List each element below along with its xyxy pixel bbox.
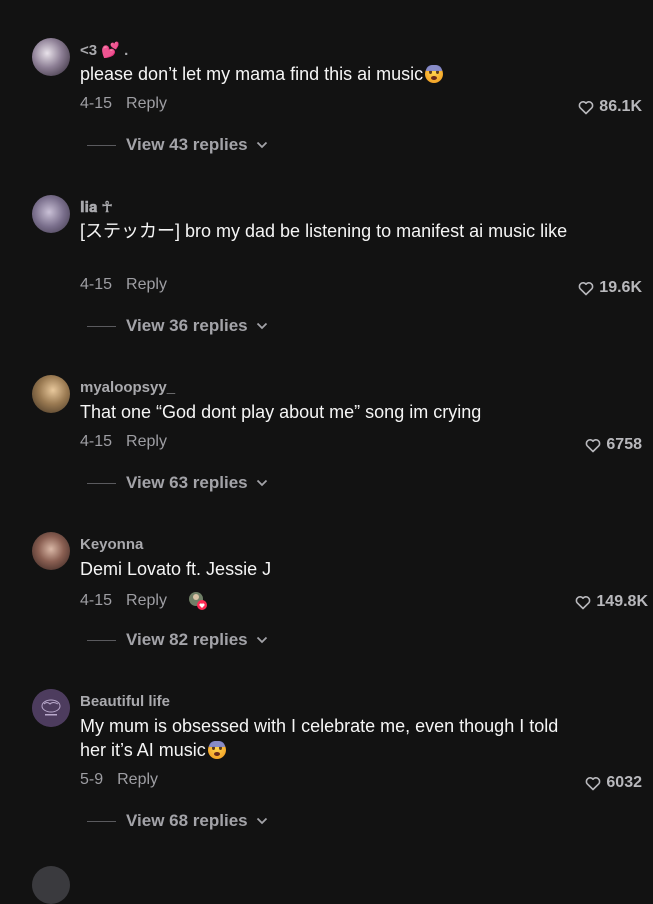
reply-button[interactable]: Reply [126,276,167,294]
avatar[interactable] [32,866,70,904]
divider [87,639,116,641]
like-button[interactable]: 6032 [585,774,642,792]
view-replies-label: View 82 replies [126,630,248,649]
like-count: 149.8K [596,593,648,610]
like-count: 6032 [606,774,642,791]
heart-outline-icon [578,281,594,295]
avatar[interactable] [32,532,70,570]
comment-date: 4-15 [80,433,113,450]
comment-text: please don’t let my mama find this ai mu… [80,62,570,86]
reply-button[interactable]: Reply [126,592,167,610]
comment-username[interactable]: Beautiful life [80,693,170,710]
heart-outline-icon [576,595,591,609]
like-button[interactable]: 86.1K [578,98,642,116]
comment-text-content: please don’t let my mama find this ai mu… [80,64,424,84]
crying-face-emoji-icon [425,65,444,83]
like-count: 19.6K [599,279,642,296]
chevron-down-icon [256,322,267,330]
heart-outline-icon [586,776,601,790]
view-replies-label: View 68 replies [126,811,248,830]
comment-date: 4-15 [80,276,113,293]
comment-text: [ステッカー] bro my dad be listening to manif… [80,221,568,241]
chevron-down-icon [256,636,267,644]
comment-username[interactable]: Keyonna [80,536,143,553]
view-replies-button[interactable]: View 68 replies [87,811,268,831]
chevron-down-icon [256,817,267,825]
divider [87,144,116,146]
comment-username[interactable]: 𝐈𝐢𝐚 ☥ [80,198,113,216]
avatar[interactable] [32,375,70,413]
comment-text-content: My mum is obsessed with I celebrate me, … [80,716,559,760]
comment-text: My mum is obsessed with I celebrate me, … [80,714,570,762]
avatar[interactable] [32,689,70,727]
view-replies-button[interactable]: View 63 replies [87,473,268,493]
comment-meta: 4-15 Reply [80,433,167,451]
globe-logo-icon [32,689,70,727]
comment-username[interactable]: <3 💕 . [80,41,128,59]
like-button[interactable]: 19.6K [578,279,642,297]
view-replies-button[interactable]: View 82 replies [87,630,268,650]
like-button[interactable]: 6758 [585,436,642,454]
divider [87,325,116,327]
creator-liked-badge-icon [187,590,209,612]
comment-date: 4-15 [80,95,113,112]
heart-outline-icon [586,438,601,452]
view-replies-label: View 36 replies [126,316,248,335]
avatar[interactable] [32,38,70,76]
divider [87,820,116,822]
comment-meta: 4-15 Reply [80,590,209,612]
view-replies-label: View 43 replies [126,135,248,154]
reply-button[interactable]: Reply [126,95,167,113]
comment-date: 4-15 [80,592,113,609]
comment-date: 5-9 [80,771,104,788]
comment-text: Demi Lovato ft. Jessie J [80,559,272,579]
like-count: 86.1K [599,98,642,115]
view-replies-button[interactable]: View 43 replies [87,135,268,155]
reply-button[interactable]: Reply [126,433,167,451]
crying-face-emoji-icon [207,741,226,759]
comment-username[interactable]: myaloopsyy_ [80,379,175,396]
divider [87,482,116,484]
chevron-down-icon [256,141,267,149]
view-replies-label: View 63 replies [126,473,248,492]
comment-meta: 4-15 Reply [80,95,167,113]
comment-meta: 5-9 Reply [80,771,158,789]
like-count: 6758 [606,436,642,453]
heart-outline-icon [578,100,594,114]
reply-button[interactable]: Reply [117,771,158,789]
chevron-down-icon [256,479,267,487]
comment-text: That one “God dont play about me” song i… [80,402,482,422]
like-button[interactable]: 149.8K [575,593,648,611]
comment-meta: 4-15 Reply [80,276,167,294]
view-replies-button[interactable]: View 36 replies [87,316,268,336]
avatar[interactable] [32,195,70,233]
